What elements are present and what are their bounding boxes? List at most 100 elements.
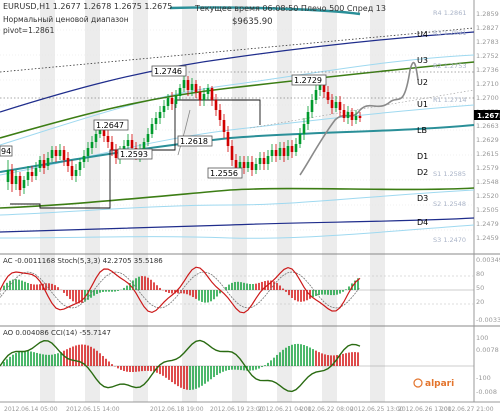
pivot-line: pivot=1.2861 — [3, 26, 55, 35]
candle-body — [182, 80, 186, 88]
candle-body — [178, 88, 182, 96]
candle-body — [154, 118, 158, 124]
faint-level-label: S1 1.2585 — [433, 170, 466, 178]
faint-level-label: S2 1.2548 — [433, 200, 466, 208]
candle-body — [262, 158, 266, 164]
ac-axis-label: -0.00333 — [476, 316, 500, 324]
candle-body — [62, 150, 66, 160]
candle-body — [86, 148, 90, 156]
level-label: D3 — [417, 194, 428, 203]
candle-body — [254, 164, 258, 170]
ac-axis-label: 0.003499 — [476, 256, 500, 264]
level-label: LB — [417, 126, 427, 135]
candle-body — [190, 84, 194, 90]
price-axis-label: 1.2520 — [476, 192, 499, 200]
ao-axis-label: -0.008 — [476, 388, 497, 396]
candle-body — [258, 158, 262, 164]
time-axis-label: 2012.06.27 21:00 — [440, 406, 494, 413]
price-annotation-label: 1.2647 — [96, 121, 124, 130]
faint-level-label: R3 1.2821 — [433, 29, 466, 37]
price-axis-label: 1.2752 — [476, 52, 499, 60]
time-axis-label: 2012.06.18 19:00 — [150, 406, 204, 413]
price-annotation-label: 1.2746 — [154, 67, 182, 76]
candle-body — [346, 112, 350, 118]
level-label: D4 — [417, 218, 428, 227]
candle-body — [266, 156, 270, 164]
candle-body — [46, 158, 50, 166]
price-annotation-label: 1.2618 — [180, 137, 208, 146]
faint-level-label: S3 1.2470 — [433, 236, 466, 244]
ac-panel-header: AC -0.0011168 Stoch(5,3,3) 42.2705 35.51… — [3, 257, 163, 265]
candle-body — [186, 80, 190, 90]
session-stripe — [370, 0, 385, 402]
candle-body — [94, 134, 98, 142]
ac-axis-label: 50 — [476, 284, 484, 292]
price-axis-label: 1.2736 — [476, 66, 499, 74]
level-label: U2 — [417, 78, 428, 87]
candle-body — [38, 160, 42, 168]
price-axis-label: 1.2459 — [476, 234, 499, 242]
balance: $9635.90 — [232, 17, 273, 27]
candle-body — [82, 156, 86, 162]
ao-axis-label: 0.0078 — [476, 346, 499, 354]
candle-body — [302, 124, 306, 134]
candle-body — [14, 176, 18, 184]
price-axis-label: 1.2700 — [476, 94, 499, 102]
candle-body — [350, 112, 354, 120]
candle-body — [158, 112, 162, 118]
candle-body — [226, 132, 230, 146]
level-label: D1 — [417, 152, 428, 161]
ao-panel-header: AO 0.004086 CCI(14) -55.7147 — [3, 329, 111, 337]
candle-body — [358, 116, 362, 118]
candle-body — [202, 94, 206, 100]
ao-axis-label: 100 — [476, 334, 488, 342]
candle-body — [114, 150, 118, 158]
faint-level-label: R2 1.2753 — [433, 62, 466, 70]
session-stripe — [277, 0, 292, 402]
candle-body — [306, 112, 310, 124]
candle-body — [242, 162, 246, 168]
candle-body — [326, 92, 330, 100]
candle-body — [126, 140, 130, 146]
candle-body — [150, 124, 154, 134]
candle-body — [270, 150, 274, 156]
candle-body — [246, 162, 250, 168]
session-stripe — [232, 0, 247, 402]
candle-body — [218, 110, 222, 120]
candle-body — [310, 100, 314, 112]
candle-body — [26, 172, 30, 180]
server-time: Текущее время 06:08:50 Плечо 500 Спред 1… — [194, 4, 386, 13]
time-axis-label: 2012.06.22 08:00 — [300, 406, 354, 413]
candle-body — [278, 148, 282, 156]
current-price-label: 1.2675 — [477, 112, 500, 120]
candle-body — [250, 162, 254, 170]
price-axis-label: 1.2827 — [476, 24, 499, 32]
time-axis-label: 2012.06.19 23:00 — [210, 406, 264, 413]
candle-body — [22, 180, 26, 188]
candle-body — [34, 168, 38, 176]
chart-window: 1.2746 1.2729 1.2647 1.2593 1.2618 1.2556 94 EU… — [0, 0, 500, 413]
candle-body — [354, 116, 358, 120]
ao-axis-label: -100 — [476, 374, 491, 382]
candle-body — [170, 98, 174, 104]
candle-body — [230, 146, 234, 160]
level-label: D2 — [417, 168, 428, 177]
price-axis-label: 1.2783 — [476, 38, 499, 46]
faint-level-label: R4 1.2861 — [433, 9, 466, 17]
candle-body — [30, 172, 34, 176]
candle-body — [282, 148, 286, 156]
candle-body — [70, 166, 74, 176]
price-annotation-label: 94 — [1, 147, 11, 156]
brand-label: alpari — [425, 379, 454, 389]
candle-body — [10, 170, 14, 184]
candle-body — [210, 88, 214, 100]
candle-body — [162, 106, 166, 112]
price-axis-label: 1.2579 — [476, 164, 499, 172]
candle-body — [334, 102, 338, 108]
candle-body — [222, 120, 226, 132]
candle-body — [174, 96, 178, 104]
candle-body — [286, 146, 290, 156]
candle-body — [110, 142, 114, 150]
candle-body — [78, 162, 82, 170]
candle-body — [18, 176, 22, 190]
